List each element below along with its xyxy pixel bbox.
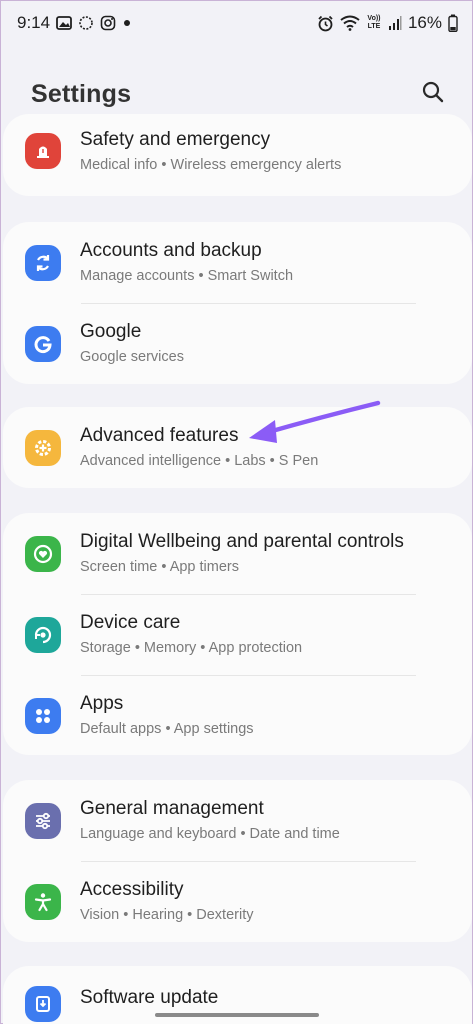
heart-circle-icon: [25, 535, 61, 572]
settings-item-subtitle: Screen time • App timers: [80, 559, 239, 575]
gallery-icon: [56, 16, 72, 30]
settings-item-advanced-features[interactable]: Advanced features Advanced intelligence …: [3, 407, 472, 488]
search-icon: [421, 80, 445, 109]
signal-icon: [388, 15, 402, 31]
settings-item-subtitle: Advanced intelligence • Labs • S Pen: [80, 453, 319, 469]
settings-item-apps[interactable]: Apps Default apps • App settings: [3, 675, 472, 756]
battery-icon: [448, 14, 458, 32]
gear-plus-icon: [25, 429, 61, 466]
navigation-handle[interactable]: [155, 1013, 319, 1017]
apps-grid-icon: [25, 697, 61, 734]
settings-item-subtitle: Default apps • App settings: [80, 721, 254, 737]
settings-item-subtitle: Language and keyboard • Date and time: [80, 826, 340, 842]
settings-item-title: Digital Wellbeing and parental controls: [80, 531, 404, 552]
settings-item-subtitle: Vision • Hearing • Dexterity: [80, 907, 254, 923]
settings-item-subtitle: Storage • Memory • App protection: [80, 640, 303, 656]
settings-item-title: Software update: [80, 987, 219, 1008]
update-icon: [25, 986, 61, 1022]
settings-item-safety-and-emergency[interactable]: Safety and emergency Medical info • Wire…: [3, 114, 472, 196]
volte-icon: Vo)) LTE: [367, 15, 381, 30]
accessibility-icon: [25, 883, 61, 920]
settings-item-title: Device care: [80, 612, 181, 633]
loading-icon: [78, 15, 94, 31]
settings-item-subtitle: Manage accounts • Smart Switch: [80, 268, 294, 284]
google-icon: [25, 325, 61, 362]
settings-group-safety: Safety and emergency Medical info • Wire…: [3, 114, 472, 196]
instagram-icon: [100, 15, 116, 31]
wifi-icon: [340, 15, 360, 31]
settings-item-google[interactable]: Google Google services: [3, 303, 472, 384]
page-title: Settings: [31, 79, 132, 108]
settings-group-advanced: Advanced features Advanced intelligence …: [3, 407, 472, 488]
search-button[interactable]: [418, 79, 448, 109]
siren-icon: [25, 133, 61, 169]
sync-icon: [25, 244, 61, 281]
header: Settings: [1, 71, 473, 117]
settings-item-accounts-and-backup[interactable]: Accounts and backup Manage accounts • Sm…: [3, 222, 472, 303]
settings-item-title: Google: [80, 321, 142, 342]
device-care-icon: [25, 616, 61, 653]
settings-item-accessibility[interactable]: Accessibility Vision • Hearing • Dexteri…: [3, 861, 472, 942]
settings-item-title: Accessibility: [80, 879, 184, 900]
settings-item-title: Accounts and backup: [80, 240, 262, 261]
status-time: 9:14: [17, 13, 51, 32]
dot-icon: [122, 18, 132, 28]
status-bar: 9:14 Vo)) LTE 16%: [1, 1, 473, 45]
settings-item-device-care[interactable]: Device care Storage • Memory • App prote…: [3, 594, 472, 675]
settings-item-digital-wellbeing[interactable]: Digital Wellbeing and parental controls …: [3, 513, 472, 594]
settings-group-general: General management Language and keyboard…: [3, 780, 472, 942]
settings-group-accounts: Accounts and backup Manage accounts • Sm…: [3, 222, 472, 384]
battery-percent: 16%: [407, 13, 442, 32]
settings-item-title: Apps: [80, 693, 124, 714]
settings-item-general-management[interactable]: General management Language and keyboard…: [3, 780, 472, 861]
alarm-icon: [317, 15, 334, 32]
settings-item-title: General management: [80, 798, 264, 819]
settings-group-device: Digital Wellbeing and parental controls …: [3, 513, 472, 755]
settings-item-subtitle: Google services: [80, 349, 184, 365]
settings-item-title: Safety and emergency: [80, 128, 271, 150]
settings-item-subtitle: Medical info • Wireless emergency alerts: [80, 156, 342, 173]
annotation-arrow: [249, 400, 381, 443]
sliders-icon: [25, 802, 61, 839]
